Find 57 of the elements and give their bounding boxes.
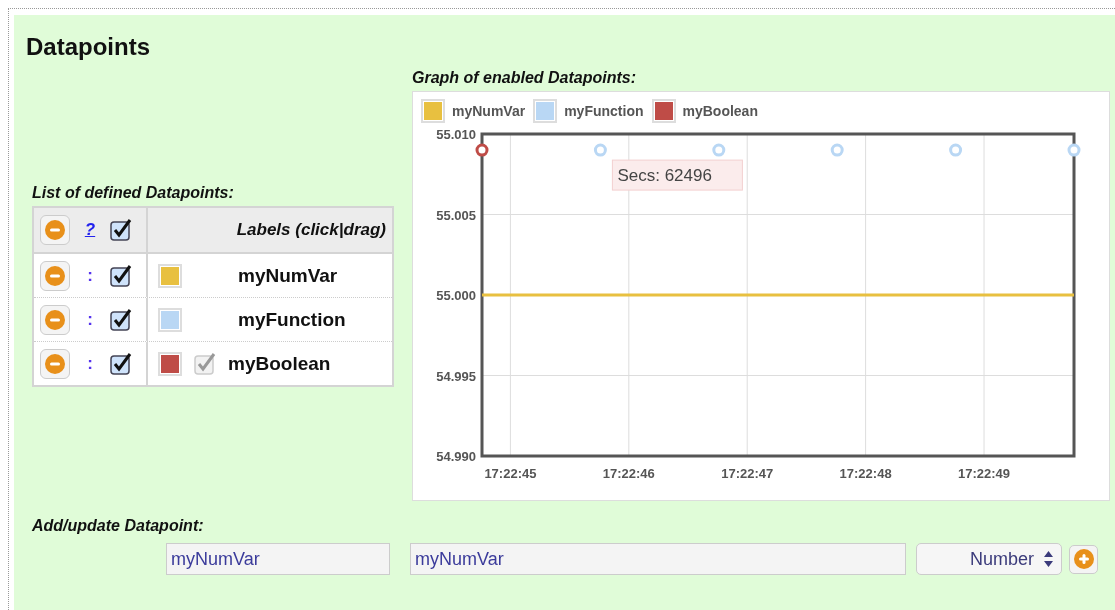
remove-button[interactable] (40, 260, 70, 291)
color-swatch[interactable] (158, 351, 182, 376)
color-swatch[interactable] (158, 263, 182, 288)
list-heading: List of defined Datapoints: (32, 184, 235, 202)
color-swatch[interactable] (158, 307, 182, 332)
name-field[interactable]: myNumVar (166, 543, 390, 575)
drag-handle[interactable]: : (80, 265, 100, 286)
legend-swatch (651, 99, 676, 123)
minus-icon (45, 220, 65, 240)
tooltip: Secs: 62496 (611, 159, 743, 191)
data-point (830, 143, 844, 157)
checkbox[interactable] (110, 219, 132, 241)
axis-label: 17:22:46 (602, 466, 655, 481)
label-field[interactable]: myNumVar (410, 543, 906, 575)
axis-label: 17:22:49 (958, 466, 1011, 481)
type-select[interactable]: Number (916, 543, 1062, 575)
axis-label: 55.010 (436, 127, 476, 142)
axis-label: 54.990 (436, 449, 476, 464)
legend-item: myFunction (533, 99, 644, 123)
drag-handle[interactable]: : (80, 353, 100, 374)
minus-icon (45, 309, 65, 330)
data-point (593, 143, 607, 157)
graph-heading: Graph of enabled Datapoints: (412, 69, 637, 87)
checkbox[interactable] (110, 352, 132, 375)
updown-icon (1044, 551, 1053, 567)
legend-item: myBoolean (651, 99, 758, 123)
data-point (475, 143, 489, 157)
data-point (712, 143, 726, 157)
section-title: Datapoints (26, 33, 151, 61)
data-point (1067, 143, 1081, 157)
minus-icon (45, 265, 65, 286)
minus-icon (45, 353, 65, 374)
checkbox[interactable] (110, 308, 132, 331)
axis-label: 55.000 (436, 288, 476, 303)
axis-label: 55.005 (436, 207, 476, 223)
legend-swatch (533, 99, 558, 123)
remove-button[interactable] (40, 348, 70, 379)
column-header: Labels (click|drag) (236, 220, 386, 240)
remove-all-button[interactable] (40, 215, 70, 245)
checkbox[interactable] (194, 352, 216, 375)
add-button[interactable] (1069, 544, 1098, 574)
data-point (949, 143, 963, 157)
datapoint-label[interactable]: myNumVar (238, 264, 338, 287)
help-link[interactable]: ? (80, 220, 100, 240)
axis-label: 17:22:45 (484, 466, 537, 481)
legend-item: myNumVar (421, 99, 526, 123)
form-heading: Add/update Datapoint: (32, 517, 205, 535)
axis-label: 17:22:47 (721, 466, 774, 481)
drag-handle[interactable]: : (80, 309, 100, 330)
remove-button[interactable] (40, 304, 70, 335)
datapoint-label[interactable]: myBoolean (228, 352, 331, 375)
legend-swatch (421, 99, 445, 123)
axis-label: 54.995 (436, 368, 476, 384)
datapoint-label[interactable]: myFunction (238, 308, 346, 331)
axis-label: 17:22:48 (839, 466, 892, 481)
checkbox[interactable] (110, 264, 132, 287)
plus-icon (1073, 549, 1094, 569)
